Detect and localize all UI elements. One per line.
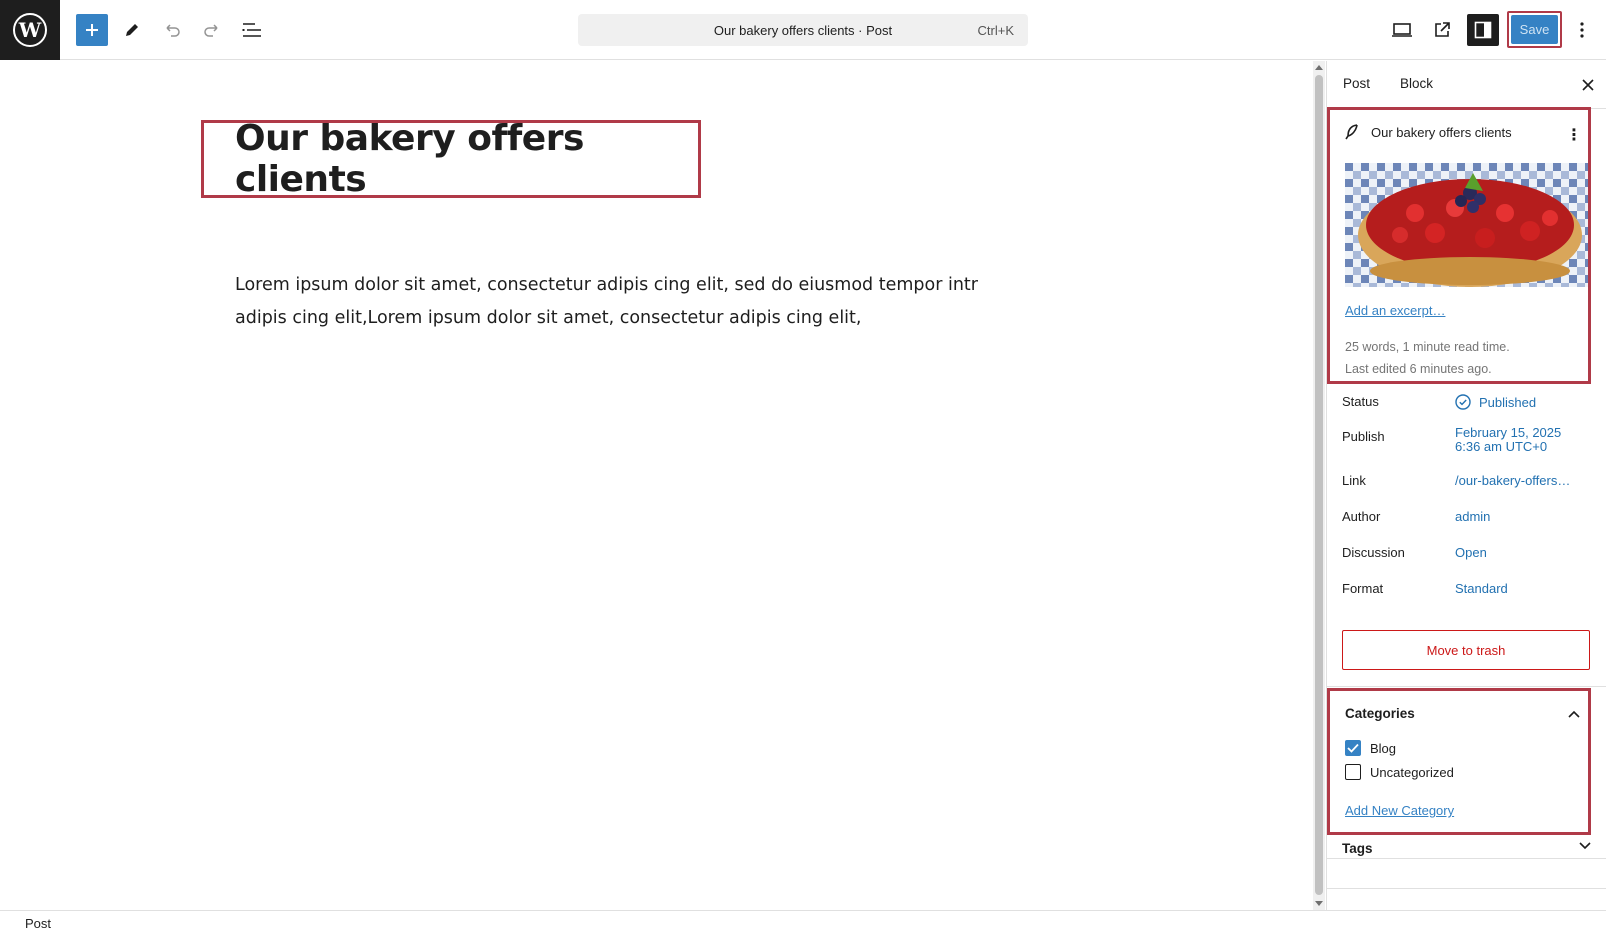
post-title-block[interactable]: Our bakery offers clients xyxy=(201,118,701,200)
chevron-up-icon[interactable] xyxy=(1568,705,1580,723)
format-value[interactable]: Standard xyxy=(1455,581,1508,596)
uncategorized-checkbox[interactable] xyxy=(1345,764,1361,780)
view-post-external-icon[interactable] xyxy=(1426,14,1458,46)
canvas-scrollbar[interactable] xyxy=(1313,61,1325,910)
tab-post[interactable]: Post xyxy=(1343,76,1370,91)
uncategorized-label: Uncategorized xyxy=(1370,764,1454,780)
author-label: Author xyxy=(1342,509,1381,524)
add-excerpt-link[interactable]: Add an excerpt… xyxy=(1345,303,1445,318)
post-feather-icon xyxy=(1345,124,1358,140)
category-item-uncategorized[interactable]: Uncategorized xyxy=(1345,764,1454,780)
scroll-up-arrow-icon[interactable] xyxy=(1315,65,1323,70)
block-breadcrumb-bar: Post xyxy=(0,910,1606,936)
save-button[interactable]: Save xyxy=(1511,15,1558,44)
document-overview-icon[interactable] xyxy=(236,14,268,46)
view-preview-icon[interactable] xyxy=(1386,14,1418,46)
scrollbar-thumb[interactable] xyxy=(1315,75,1323,895)
blog-checkbox[interactable] xyxy=(1345,740,1361,756)
command-palette-bar[interactable]: Our bakery offers clients · Post Ctrl+K xyxy=(578,14,1028,46)
publish-time: 6:36 am UTC+0 xyxy=(1455,439,1548,454)
editor-top-toolbar: W Our bakery offers clients · Post Ctrl+… xyxy=(0,0,1606,60)
breadcrumb-post[interactable]: Post xyxy=(25,916,51,931)
last-edited: Last edited 6 minutes ago. xyxy=(1345,362,1492,376)
save-button-highlight: Save xyxy=(1507,11,1562,48)
publish-date: February 15, 2025 xyxy=(1455,425,1562,440)
post-meta-info: 25 words, 1 minute read time. Last edite… xyxy=(1345,336,1510,380)
panel-divider xyxy=(1327,686,1606,687)
featured-image[interactable] xyxy=(1345,163,1588,287)
chevron-down-icon[interactable] xyxy=(1579,837,1591,855)
status-value[interactable]: Published xyxy=(1455,394,1536,410)
paragraph-block[interactable]: Lorem ipsum dolor sit amet, consectetur … xyxy=(235,269,1015,335)
add-new-category-link[interactable]: Add New Category xyxy=(1345,803,1454,818)
wordpress-logo-icon[interactable]: W xyxy=(0,0,60,60)
publish-value[interactable]: February 15, 2025 6:36 am UTC+0 xyxy=(1455,426,1561,454)
command-shortcut: Ctrl+K xyxy=(977,23,1014,38)
settings-sidebar-toggle[interactable] xyxy=(1467,14,1499,46)
post-actions-kebab-icon[interactable]: ⋮ xyxy=(1566,125,1582,145)
options-kebab-icon[interactable] xyxy=(1566,14,1598,46)
category-item-blog[interactable]: Blog xyxy=(1345,740,1396,756)
sidebar-tabs: Post Block xyxy=(1327,61,1606,109)
discussion-value[interactable]: Open xyxy=(1455,545,1487,560)
post-summary-panel: Our bakery offers clients ⋮ Add an excer… xyxy=(1327,107,1591,384)
discussion-label: Discussion xyxy=(1342,545,1405,560)
command-title: Our bakery offers clients · Post xyxy=(713,22,893,38)
panel-divider xyxy=(1327,888,1606,889)
scroll-down-arrow-icon[interactable] xyxy=(1315,901,1323,906)
link-value[interactable]: /our-bakery-offers… xyxy=(1455,473,1570,488)
close-sidebar-icon[interactable] xyxy=(1582,75,1594,96)
publish-label: Publish xyxy=(1342,429,1385,444)
categories-heading[interactable]: Categories xyxy=(1345,706,1415,721)
svg-text:W: W xyxy=(18,18,42,42)
move-to-trash-button[interactable]: Move to trash xyxy=(1342,630,1590,670)
post-summary-title: Our bakery offers clients xyxy=(1371,124,1512,140)
published-check-icon xyxy=(1455,394,1471,410)
add-block-button[interactable] xyxy=(76,14,108,46)
author-value[interactable]: admin xyxy=(1455,509,1490,524)
blog-label: Blog xyxy=(1370,740,1397,756)
categories-panel: Categories Blog Uncategorized Add New Ca… xyxy=(1327,688,1591,835)
status-label: Status xyxy=(1342,394,1379,409)
word-count: 25 words, 1 minute read time. xyxy=(1345,340,1510,354)
pen-tool-icon[interactable] xyxy=(116,14,148,46)
redo-icon[interactable] xyxy=(196,14,228,46)
post-summary-header: Our bakery offers clients xyxy=(1345,124,1512,140)
undo-icon[interactable] xyxy=(156,14,188,46)
link-label: Link xyxy=(1342,473,1366,488)
panel-divider xyxy=(1327,858,1606,859)
tags-heading[interactable]: Tags xyxy=(1342,841,1373,856)
tab-block[interactable]: Block xyxy=(1400,76,1433,91)
editor-canvas: Our bakery offers clients Lorem ipsum do… xyxy=(0,61,1313,910)
format-label: Format xyxy=(1342,581,1384,596)
post-title[interactable]: Our bakery offers clients xyxy=(235,118,698,200)
status-value-text: Published xyxy=(1479,394,1537,410)
settings-sidebar: Post Block Our bakery offers clients ⋮ A… xyxy=(1326,61,1606,910)
